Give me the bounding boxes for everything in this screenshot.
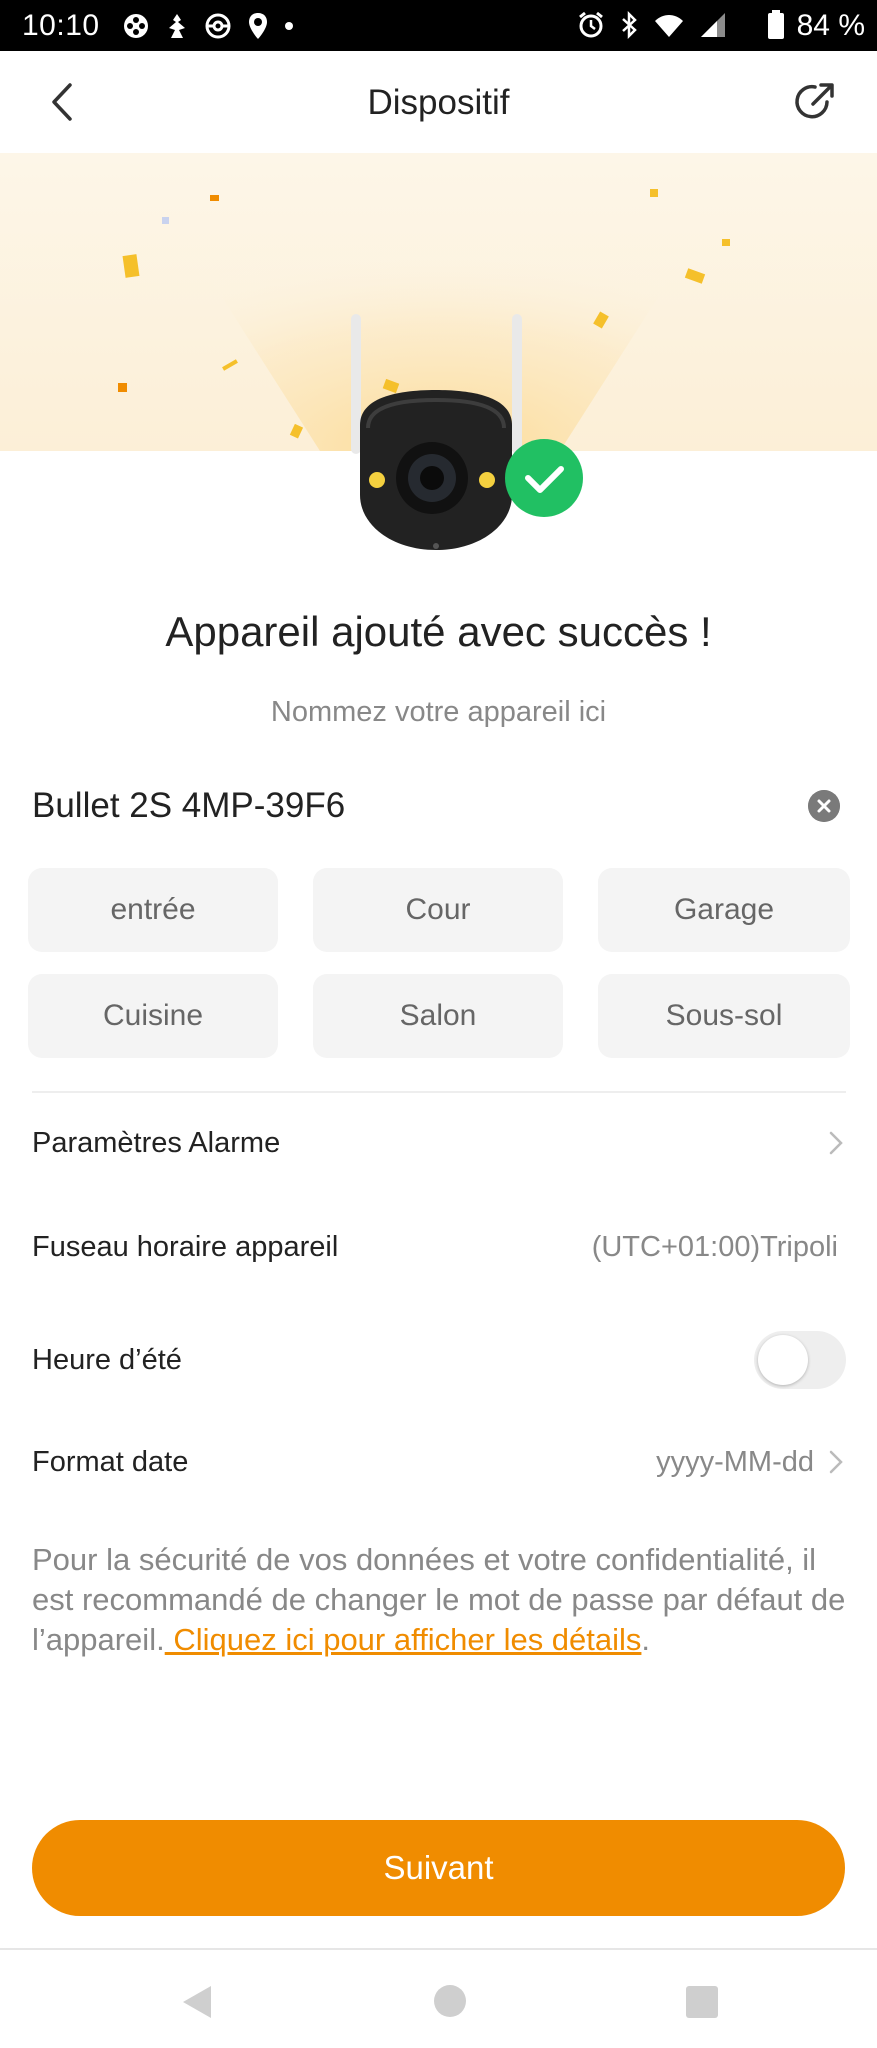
timezone-value: (UTC+01:00)Tripoli <box>591 1230 838 1263</box>
location-pin-icon <box>249 13 267 39</box>
timezone-label: Fuseau horaire appareil <box>32 1230 339 1263</box>
clear-icon[interactable] <box>808 790 840 822</box>
game-controller-icon <box>124 14 148 38</box>
suggestion-chip-entree[interactable]: entrée <box>28 868 278 952</box>
name-prompt: Nommez votre appareil ici <box>270 696 607 728</box>
status-time: 10:10 <box>22 9 100 42</box>
success-title: Appareil ajouté avec succès ! <box>165 608 712 655</box>
password-notice: Pour la sécurité de vos données et votre… <box>32 1540 852 1660</box>
date-format-row[interactable]: Format date yyyy-MM-dd <box>32 1432 846 1492</box>
timezone-row[interactable]: Fuseau horaire appareil (UTC+01:00)Tripo… <box>32 1217 846 1277</box>
suggestion-chip-cour[interactable]: Cour <box>313 868 563 952</box>
dst-label: Heure d’été <box>32 1343 182 1376</box>
battery-icon <box>768 10 784 39</box>
battery-level: 84 % <box>796 9 865 42</box>
dst-row: Heure d’été <box>32 1330 846 1390</box>
suggestion-chip-cuisine[interactable]: Cuisine <box>28 974 278 1058</box>
chevron-right-icon <box>829 1450 843 1474</box>
divider <box>32 1091 846 1093</box>
success-badge <box>505 439 583 517</box>
status-right-icons <box>577 11 727 39</box>
dst-toggle[interactable] <box>754 1331 846 1389</box>
camera-image <box>351 314 583 550</box>
date-format-value: yyyy-MM-dd <box>656 1445 814 1478</box>
alarm-icon <box>579 11 603 38</box>
top-bar: Dispositif <box>0 51 877 153</box>
notice-end: . <box>641 1622 651 1657</box>
toggle-knob <box>758 1335 808 1385</box>
page-title: Dispositif <box>367 83 510 122</box>
status-left-icons <box>122 12 294 40</box>
suggestion-chip-sous-sol[interactable]: Sous-sol <box>598 974 850 1058</box>
chevron-right-icon <box>829 1131 843 1155</box>
details-link[interactable]: Cliquez ici pour afficher les détails <box>165 1622 641 1657</box>
pokeball-icon <box>205 13 231 39</box>
suggestion-chip-salon[interactable]: Salon <box>313 974 563 1058</box>
bluetooth-icon <box>622 11 637 39</box>
alarm-settings-label: Paramètres Alarme <box>32 1126 281 1159</box>
external-link-icon[interactable] <box>793 80 837 124</box>
nav-home-icon[interactable] <box>434 1985 466 2017</box>
name-suggestions: entrée Cour Garage Cuisine Salon Sous-so… <box>28 868 850 1058</box>
nav-recents-icon[interactable] <box>686 1986 718 2018</box>
wifi-icon <box>655 15 683 37</box>
device-name-input[interactable] <box>32 778 812 834</box>
alarm-settings-row[interactable]: Paramètres Alarme <box>32 1113 846 1173</box>
suggestion-chip-garage[interactable]: Garage <box>598 868 850 952</box>
signal-icon <box>701 13 725 37</box>
dot-icon <box>285 22 293 30</box>
date-format-label: Format date <box>32 1445 189 1478</box>
status-bar: 10:10 84 % <box>0 0 877 51</box>
next-button[interactable]: Suivant <box>32 1820 845 1916</box>
system-nav-bar <box>0 1948 877 2048</box>
nav-back-icon[interactable] <box>180 1983 214 2021</box>
pokemon-icon <box>169 14 185 38</box>
